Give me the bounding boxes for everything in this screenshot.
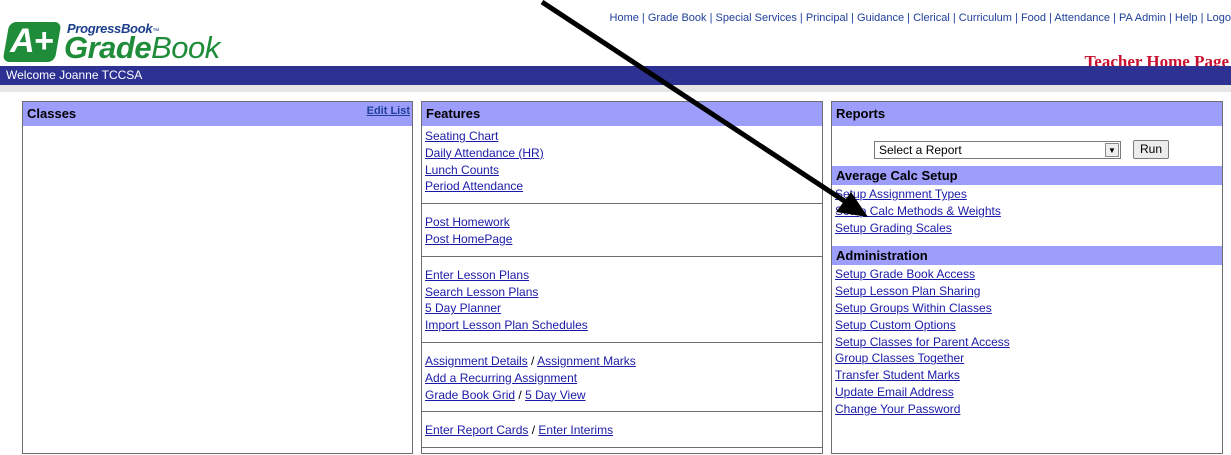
nav-link-special-services[interactable]: Special Services bbox=[716, 12, 797, 24]
features-divider bbox=[422, 203, 822, 205]
gradebook-logo-text: GradeBook bbox=[64, 30, 220, 65]
nav-separator: | bbox=[1011, 12, 1021, 24]
link-setup-calc-methods-weights[interactable]: Setup Calc Methods & Weights bbox=[835, 203, 1222, 220]
features-divider bbox=[422, 341, 822, 343]
link-5-day-planner[interactable]: 5 Day Planner bbox=[425, 300, 822, 317]
reports-header: Reports bbox=[832, 102, 1222, 126]
features-links: Seating Chart Daily Attendance (HR) Lunch … bbox=[422, 126, 822, 455]
report-select-row: Select a Report ▼ Run bbox=[832, 126, 1222, 166]
nav-separator: | bbox=[949, 12, 959, 24]
link-row-grade-book-grid-5-day-view: Grade Book Grid / 5 Day View bbox=[425, 387, 822, 404]
features-group: Enter Lesson Plans Search Lesson Plans 5 D… bbox=[422, 265, 822, 336]
edit-list-link[interactable]: Edit List bbox=[367, 102, 410, 120]
reports-panel: Reports Select a Report ▼ Run Average Ca… bbox=[831, 101, 1223, 454]
features-panel: Features Seating Chart Daily Attendance (… bbox=[421, 101, 823, 454]
link-daily-attendance-hr[interactable]: Daily Attendance (HR) bbox=[425, 145, 822, 162]
welcome-text: Welcome Joanne TCCSA bbox=[6, 68, 143, 82]
features-group: Enter Report Cards / Enter Interims bbox=[422, 420, 822, 441]
link-enter-lesson-plans[interactable]: Enter Lesson Plans bbox=[425, 267, 822, 284]
link-post-homepage[interactable]: Post HomePage bbox=[425, 231, 822, 248]
features-divider bbox=[422, 447, 822, 449]
nav-separator: | bbox=[796, 12, 806, 24]
link-separator: / bbox=[528, 423, 539, 438]
classes-header: Classes Edit List bbox=[23, 102, 412, 126]
link-lunch-counts[interactable]: Lunch Counts bbox=[425, 162, 822, 179]
logo-badge-text: A+ bbox=[10, 22, 53, 60]
link-setup-lesson-plan-sharing[interactable]: Setup Lesson Plan Sharing bbox=[835, 283, 1222, 300]
link-update-email-address[interactable]: Update Email Address bbox=[835, 384, 1222, 401]
chevron-down-icon[interactable]: ▼ bbox=[1105, 143, 1119, 157]
link-period-attendance[interactable]: Period Attendance bbox=[425, 178, 822, 195]
report-select-value: Select a Report bbox=[879, 143, 962, 157]
link-setup-grading-scales[interactable]: Setup Grading Scales bbox=[835, 220, 1222, 237]
nav-separator: | bbox=[638, 12, 648, 24]
link-group-classes-together[interactable]: Group Classes Together bbox=[835, 350, 1222, 367]
run-report-button[interactable]: Run bbox=[1133, 140, 1169, 159]
gradebook-logo-badge: A+ bbox=[2, 22, 62, 62]
link-enter-report-cards[interactable]: Enter Report Cards bbox=[425, 423, 528, 437]
classes-panel: Classes Edit List bbox=[22, 101, 413, 454]
nav-separator: | bbox=[848, 12, 858, 24]
average-calc-links: Setup Assignment Types Setup Calc Methods… bbox=[832, 185, 1222, 239]
nav-separator: | bbox=[1110, 12, 1120, 24]
link-transfer-student-marks[interactable]: Transfer Student Marks bbox=[835, 367, 1222, 384]
link-search-lesson-plans[interactable]: Search Lesson Plans bbox=[425, 284, 822, 301]
administration-header: Administration bbox=[832, 246, 1222, 266]
link-assignment-details[interactable]: Assignment Details bbox=[425, 354, 528, 368]
link-5-day-view[interactable]: 5 Day View bbox=[525, 388, 585, 402]
nav-link-grade-book[interactable]: Grade Book bbox=[648, 12, 707, 24]
features-divider bbox=[422, 255, 822, 257]
nav-separator: | bbox=[904, 12, 914, 24]
nav-separator: | bbox=[706, 12, 716, 24]
link-row-enter-report-cards-enter-interims: Enter Report Cards / Enter Interims bbox=[425, 422, 822, 439]
report-select-dropdown[interactable]: Select a Report ▼ bbox=[874, 141, 1121, 159]
features-group: Assignment Details / Assignment Marks Add… bbox=[422, 351, 822, 405]
nav-link-clerical[interactable]: Clerical bbox=[913, 12, 950, 24]
link-add-a-recurring-assignment[interactable]: Add a Recurring Assignment bbox=[425, 370, 822, 387]
average-calc-setup-header: Average Calc Setup bbox=[832, 166, 1222, 185]
welcome-bar: Welcome Joanne TCCSA bbox=[0, 66, 1231, 85]
link-import-lesson-plan-schedules[interactable]: Import Lesson Plan Schedules bbox=[425, 317, 822, 334]
nav-separator: | bbox=[1165, 12, 1175, 24]
reports-title: Reports bbox=[836, 106, 886, 121]
features-divider bbox=[422, 411, 822, 413]
link-seating-chart[interactable]: Seating Chart bbox=[425, 128, 822, 145]
nav-link-curriculum[interactable]: Curriculum bbox=[959, 12, 1012, 24]
features-header: Features bbox=[422, 102, 822, 126]
nav-link-guidance[interactable]: Guidance bbox=[857, 12, 904, 24]
features-group: Post Homework Post HomePage bbox=[422, 212, 822, 250]
features-title: Features bbox=[426, 106, 481, 121]
nav-link-logo[interactable]: Logo bbox=[1207, 12, 1231, 24]
link-separator: / bbox=[515, 387, 526, 402]
header-divider-strip bbox=[0, 85, 1231, 92]
link-setup-custom-options[interactable]: Setup Custom Options bbox=[835, 317, 1222, 334]
nav-link-food[interactable]: Food bbox=[1021, 12, 1046, 24]
link-post-homework[interactable]: Post Homework bbox=[425, 214, 822, 231]
top-navigation: Home | Grade Book | Special Services | P… bbox=[610, 12, 1231, 24]
link-separator: / bbox=[527, 353, 538, 368]
nav-link-pa-admin[interactable]: PA Admin bbox=[1119, 12, 1166, 24]
nav-separator: | bbox=[1197, 12, 1207, 24]
link-row-assignment-details-assignment-marks: Assignment Details / Assignment Marks bbox=[425, 353, 822, 370]
nav-link-home[interactable]: Home bbox=[610, 12, 639, 24]
link-setup-grade-book-access[interactable]: Setup Grade Book Access bbox=[835, 266, 1222, 283]
nav-link-attendance[interactable]: Attendance bbox=[1054, 12, 1110, 24]
link-change-your-password[interactable]: Change Your Password bbox=[835, 401, 1222, 418]
link-setup-groups-within-classes[interactable]: Setup Groups Within Classes bbox=[835, 300, 1222, 317]
administration-links: Setup Grade Book Access Setup Lesson Plan… bbox=[832, 265, 1222, 420]
link-enter-interims[interactable]: Enter Interims bbox=[538, 423, 613, 437]
nav-link-principal[interactable]: Principal bbox=[806, 12, 848, 24]
link-grade-book-grid[interactable]: Grade Book Grid bbox=[425, 388, 515, 402]
nav-link-help[interactable]: Help bbox=[1175, 12, 1198, 24]
classes-title: Classes bbox=[27, 106, 77, 121]
features-group: Seating Chart Daily Attendance (HR) Lunch … bbox=[422, 126, 822, 197]
link-setup-assignment-types[interactable]: Setup Assignment Types bbox=[835, 186, 1222, 203]
link-setup-classes-for-parent-access[interactable]: Setup Classes for Parent Access bbox=[835, 334, 1222, 351]
link-assignment-marks[interactable]: Assignment Marks bbox=[537, 354, 636, 368]
